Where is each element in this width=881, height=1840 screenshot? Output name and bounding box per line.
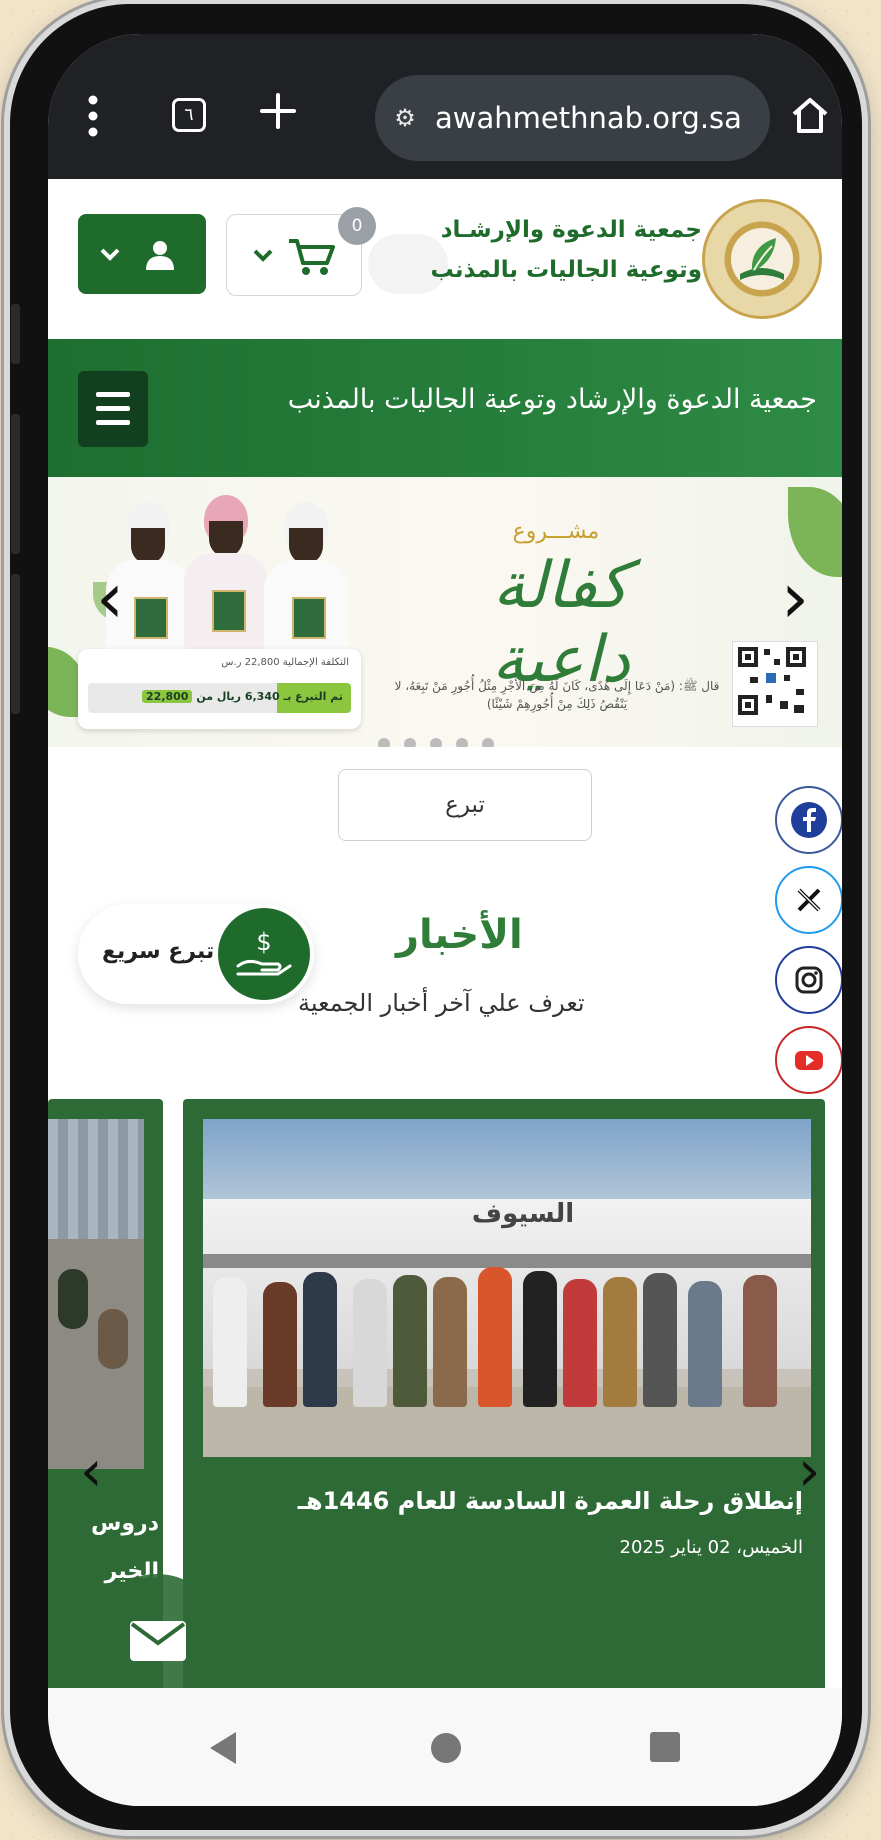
account-dropdown-button[interactable] [78, 214, 206, 294]
donation-progress-card: التكلفة الإجمالية 22,800 ر.س تم التبرع ب… [78, 649, 361, 729]
bus-company-text: السيوف [471, 1199, 575, 1229]
system-navigation-bar [48, 1688, 842, 1806]
news-prev-arrow[interactable]: ‹ [80, 1439, 102, 1504]
hero-banner-slider[interactable]: التكلفة الإجمالية 22,800 ر.س تم التبرع ب… [48, 477, 842, 747]
project-label: مشـــروع [512, 519, 600, 544]
instagram-link[interactable] [775, 946, 842, 1014]
phone-screen: ٦ ⚙ awahmethnab.org.sa 0 جمعية الدعوة وا… [48, 34, 842, 1806]
phone-volume-down [11, 574, 20, 714]
youtube-icon [791, 1042, 827, 1078]
facebook-icon [791, 802, 827, 838]
qr-code [733, 642, 817, 726]
hadith-quote: قال ﷺ: (مَنْ دَعَا إِلَى هُدًى، كَانَ لَ… [394, 679, 720, 711]
phone-side-button [11, 304, 20, 364]
cart-icon [253, 239, 335, 275]
youtube-link[interactable] [775, 1026, 842, 1094]
sheikh-figure [264, 502, 348, 657]
slider-dots[interactable] [378, 735, 508, 747]
news-card-title-line1: دروس [91, 1511, 159, 1536]
recents-icon[interactable] [648, 1730, 682, 1768]
back-icon[interactable] [206, 1730, 240, 1770]
donated-text: تم التبرع بـ 6,340 ريال من [196, 690, 343, 703]
tab-count: ٦ [184, 105, 194, 125]
x-twitter-link[interactable] [775, 866, 842, 934]
hamburger-menu-button[interactable] [78, 371, 148, 447]
svg-text:$: $ [256, 928, 271, 956]
news-card-date: الخميس، 02 يناير 2025 [619, 1537, 803, 1558]
navbar-title[interactable]: جمعية الدعوة والإرشاد وتوعية الجاليات با… [288, 384, 817, 415]
account-icons [100, 241, 174, 270]
new-tab-icon[interactable] [256, 89, 300, 137]
logo-emblem [740, 238, 784, 280]
home-circle-icon[interactable] [428, 1730, 464, 1770]
site-settings-icon[interactable]: ⚙ [375, 104, 435, 132]
total-cost-text: التكلفة الإجمالية 22,800 ر.س [221, 657, 349, 668]
news-card-title[interactable]: إنطلاق رحلة العمرة السادسة للعام 1446هـ [298, 1487, 803, 1515]
home-icon[interactable] [788, 94, 832, 140]
news-section-subtitle: تعرف علي آخر أخبار الجمعية [298, 989, 585, 1017]
slider-next-arrow[interactable]: › [781, 557, 809, 639]
target-amount: 22,800 [142, 690, 193, 703]
facebook-link[interactable] [775, 786, 842, 854]
cart-count-badge: 0 [338, 207, 376, 245]
news-card-image: السيوف [203, 1119, 811, 1457]
project-name: كفالة داعية [491, 549, 631, 697]
org-logo[interactable] [702, 199, 822, 319]
news-section-title: الأخبار [396, 912, 523, 958]
donation-progress-bar: تم التبرع بـ 6,340 ريال من 22,800 [88, 683, 351, 713]
tab-switcher-button[interactable]: ٦ [172, 98, 206, 132]
org-name-line2: وتوعية الجاليات بالمذنب [430, 257, 702, 283]
x-icon [791, 882, 827, 918]
address-bar[interactable]: ⚙ awahmethnab.org.sa [375, 75, 770, 161]
slider-prev-arrow[interactable]: ‹ [96, 557, 124, 639]
browser-toolbar: ٦ ⚙ awahmethnab.org.sa [48, 34, 842, 179]
url-text: awahmethnab.org.sa [435, 101, 742, 135]
donate-button[interactable]: تبرع [338, 769, 592, 841]
org-name[interactable]: جمعية الدعوة والإرشـاد وتوعية الجاليات ب… [430, 210, 702, 290]
quick-donate-label: تبرع سريع [102, 939, 215, 964]
news-card-image [48, 1119, 144, 1469]
envelope-icon [130, 1621, 186, 1661]
hand-money-icon: $ [218, 908, 310, 1000]
news-next-arrow[interactable]: › [798, 1439, 820, 1504]
site-header: 0 جمعية الدعوة والإرشـاد وتوعية الجاليات… [48, 179, 842, 329]
quick-donate-button[interactable]: $ تبرع سريع [78, 904, 314, 1004]
instagram-icon [791, 962, 827, 998]
more-menu-icon[interactable] [88, 94, 98, 142]
org-name-line1: جمعية الدعوة والإرشـاد [440, 217, 702, 243]
donation-progress-text: تم التبرع بـ 6,340 ريال من 22,800 [142, 690, 343, 703]
main-navbar: جمعية الدعوة والإرشاد وتوعية الجاليات با… [48, 339, 842, 477]
sheikh-figure [184, 495, 268, 650]
news-card[interactable]: السيوف إنطلاق رحلة العمرة السادسة للعام … [183, 1099, 825, 1699]
phone-frame: ٦ ⚙ awahmethnab.org.sa 0 جمعية الدعوة وا… [10, 4, 862, 1830]
phone-volume-up [11, 414, 20, 554]
